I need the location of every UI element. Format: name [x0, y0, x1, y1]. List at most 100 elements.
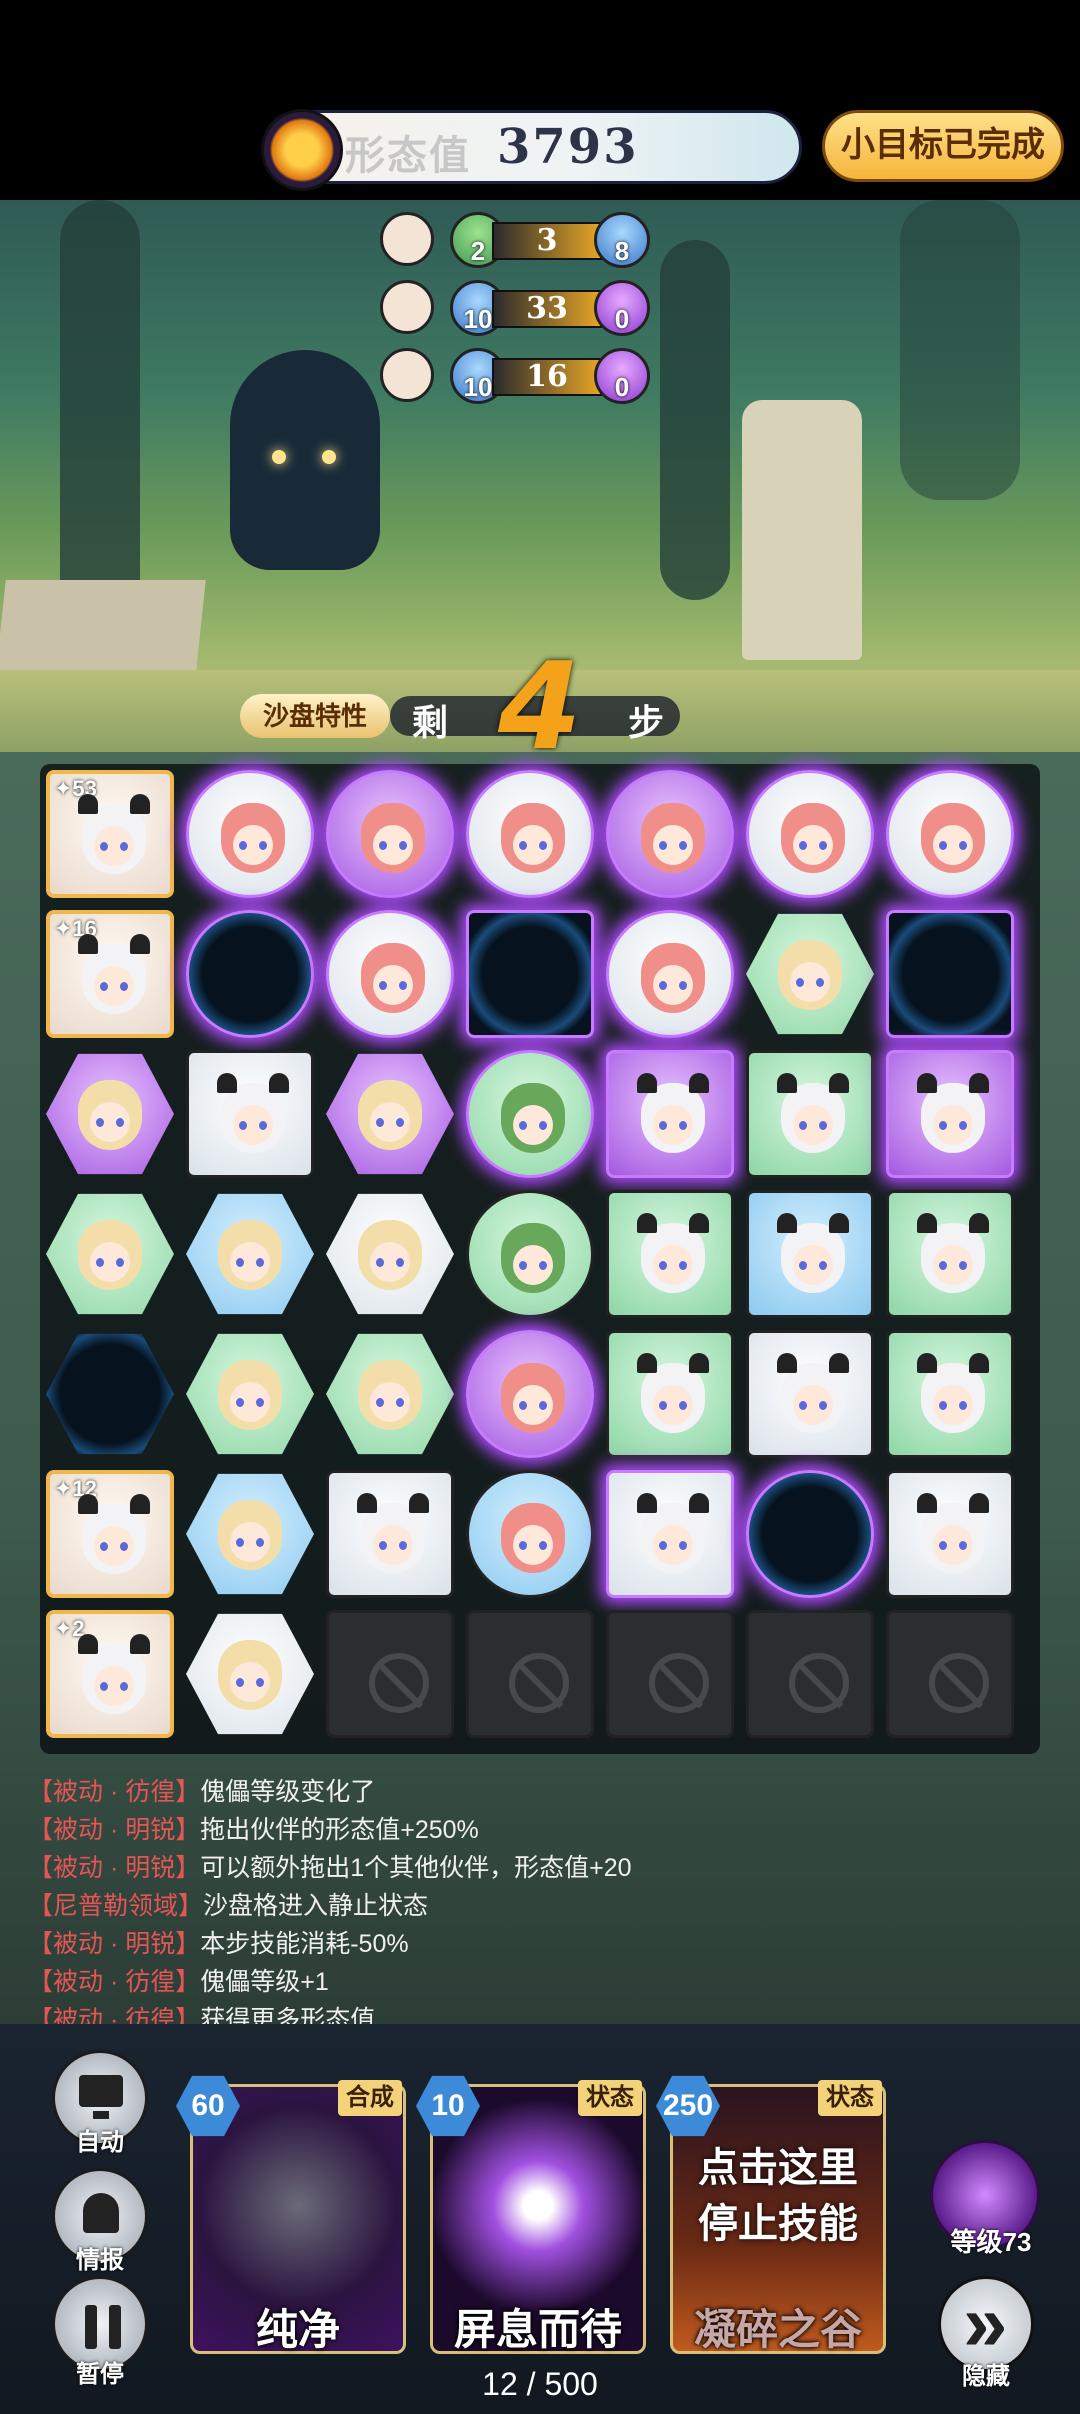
board-cell[interactable]: [600, 1184, 740, 1324]
pause-icon: [85, 2305, 121, 2349]
shadow-creature: [230, 350, 380, 570]
log-text: 沙盘格进入静止状态: [203, 1892, 429, 1920]
character-face-icon: [221, 803, 285, 873]
board-cell[interactable]: [460, 764, 600, 904]
siren-icon: [83, 2193, 119, 2233]
board-cell[interactable]: [40, 1044, 180, 1184]
intel-label: 情报: [76, 2247, 124, 2274]
board-cell[interactable]: [40, 1324, 180, 1464]
stat-right-value: 8: [594, 212, 650, 268]
board-cell[interactable]: [880, 1044, 1020, 1184]
log-line: 【被动 · 彷徨】傀儡等级变化了: [28, 1774, 375, 1810]
board-cell[interactable]: ✦12: [40, 1464, 180, 1604]
board-cell[interactable]: [320, 1044, 460, 1184]
character-face-icon: [637, 1213, 709, 1293]
board-cell[interactable]: [460, 1604, 600, 1744]
partner-tile: [746, 770, 874, 898]
board-cell[interactable]: [600, 1324, 740, 1464]
board-cell[interactable]: [460, 1324, 600, 1464]
board-cell[interactable]: [320, 1324, 460, 1464]
character-face-icon: [217, 1073, 289, 1153]
board-cell[interactable]: ✦16: [40, 904, 180, 1044]
locked-icon: [929, 1653, 989, 1713]
sandbox-trait-button[interactable]: 沙盘特性: [240, 694, 390, 738]
character-face-icon: [361, 803, 425, 873]
board-cell[interactable]: [600, 764, 740, 904]
board-cell[interactable]: ✦53: [40, 764, 180, 904]
board-cell[interactable]: [880, 1324, 1020, 1464]
board-cell[interactable]: [740, 1324, 880, 1464]
puppet-tile: ✦12: [46, 1470, 174, 1598]
board-cell[interactable]: [600, 1044, 740, 1184]
character-face-icon: [218, 1500, 282, 1570]
character-face-icon: [777, 1353, 849, 1433]
stat-row: 10 33 0: [380, 280, 660, 340]
board-cell[interactable]: [880, 1604, 1020, 1744]
character-face-icon: [357, 1493, 429, 1573]
board-cell[interactable]: [880, 1184, 1020, 1324]
board-cell[interactable]: [460, 1464, 600, 1604]
board-cell[interactable]: [320, 764, 460, 904]
board-cell[interactable]: [320, 1184, 460, 1324]
board-cell[interactable]: [460, 1184, 600, 1324]
stone-totem: [742, 400, 862, 660]
character-face-icon: [637, 1353, 709, 1433]
partner-tile: [466, 770, 594, 898]
board-cell[interactable]: [600, 1464, 740, 1604]
steps-left-label: 剩: [412, 702, 449, 743]
board-cell[interactable]: [740, 1044, 880, 1184]
stat-row: 10 16 0: [380, 348, 660, 408]
board-cell[interactable]: [320, 904, 460, 1044]
log-tag: 【被动 · 彷徨】: [28, 1778, 201, 1806]
character-face-icon: [78, 934, 150, 1014]
partner-tile: [326, 910, 454, 1038]
board-cell[interactable]: [600, 1604, 740, 1744]
locked-icon: [509, 1653, 569, 1713]
board-cell[interactable]: ✦2: [40, 1604, 180, 1744]
board-cell[interactable]: [180, 1184, 320, 1324]
character-face-icon: [637, 1073, 709, 1153]
board-cell[interactable]: [880, 1464, 1020, 1604]
goal-complete-button[interactable]: 小目标已完成: [822, 110, 1064, 182]
board-cell[interactable]: [740, 1604, 880, 1744]
log-tag: 【被动 · 明锐】: [28, 1854, 201, 1882]
star-gem-icon: [261, 109, 343, 191]
character-face-icon: [501, 1083, 565, 1153]
board-cell[interactable]: [180, 764, 320, 904]
board-cell[interactable]: [880, 904, 1020, 1044]
board-cell[interactable]: [180, 1324, 320, 1464]
log-line: 【被动 · 明锐】本步技能消耗-50%: [28, 1926, 409, 1962]
puppet-tile: ✦16: [46, 910, 174, 1038]
stat-right-value: 0: [594, 280, 650, 336]
board-cell[interactable]: [180, 1604, 320, 1744]
partner-tile: [606, 1190, 734, 1318]
character-face-icon: [781, 803, 845, 873]
board-cell[interactable]: [740, 1464, 880, 1604]
board-area: ✦53 ✦16 ✦12 ✦2 【被动 · 彷徨】傀儡等级变化了 【被动 · 明锐】拖出伙…: [0, 752, 1080, 2034]
partner-tile: [606, 1470, 734, 1598]
board-cell[interactable]: [320, 1464, 460, 1604]
character-face-icon: [358, 1360, 422, 1430]
void-tile: [746, 1470, 874, 1598]
partner-tile: [186, 1613, 314, 1735]
board-cell[interactable]: [460, 1044, 600, 1184]
board-cell[interactable]: [180, 1044, 320, 1184]
board-cell[interactable]: [320, 1604, 460, 1744]
stop-skill-hint[interactable]: 点击这里 停止技能: [670, 2140, 886, 2252]
board-cell[interactable]: [880, 764, 1020, 904]
character-face-icon: [917, 1353, 989, 1433]
board-cell[interactable]: [740, 1184, 880, 1324]
card-type: 合成: [338, 2080, 402, 2116]
board-cell[interactable]: [600, 904, 740, 1044]
board-cell[interactable]: [40, 1184, 180, 1324]
card-name: 屏息而待: [453, 2306, 622, 2353]
log-text: 本步技能消耗-50%: [200, 1930, 409, 1958]
board-cell[interactable]: [740, 764, 880, 904]
board-cell[interactable]: [740, 904, 880, 1044]
board-cell[interactable]: [460, 904, 600, 1044]
board-cell[interactable]: [180, 1464, 320, 1604]
stat-middle-value: 16: [492, 358, 602, 396]
board-cell[interactable]: [180, 904, 320, 1044]
character-face-icon: [361, 943, 425, 1013]
character-face-icon: [641, 943, 705, 1013]
